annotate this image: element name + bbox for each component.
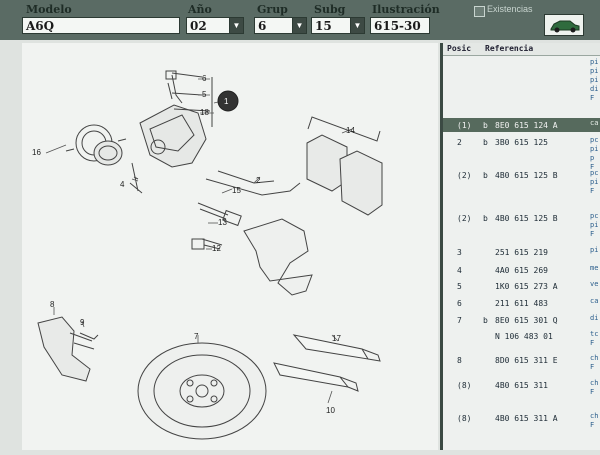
row-description: ch F [590,379,599,396]
table-row[interactable]: 4 4A0 615 269 me [443,263,600,278]
col-referencia: Referencia [485,44,534,53]
row-description: pc pi p F [590,136,599,171]
ano-dropdown-icon[interactable]: ▼ [229,17,244,34]
row-referencia: 4B0 615 311 A [495,414,558,423]
callout-2: 2 [256,176,261,185]
car-button[interactable] [544,14,584,36]
row-referencia: 8D0 615 311 E [495,356,558,365]
row-description: ve [590,280,599,288]
parts-list-panel: Posic Referencia pi pi pi di F (1) b 8E0 61… [443,43,600,450]
row-description: pc pi F [590,212,599,238]
car-icon [550,20,580,33]
row-flag: b [483,171,488,180]
parts-diagram: 6 5 18 16 4 14 2 15 13 12 8 9 7 17 10 1 [22,43,438,450]
row-description: ca [590,297,599,305]
row-description: tc F [590,330,599,347]
row-referencia: 8E0 615 301 Q [495,316,558,325]
existencias-label: Existencias [487,4,533,14]
table-row[interactable]: 6 211 611 483 ca [443,296,600,312]
table-row[interactable]: (8) 4B0 615 311 A ch F [443,411,600,441]
row-description: pc pi F [590,169,599,195]
callout-7: 7 [194,332,199,341]
row-referencia: 4B0 615 125 B [495,171,558,180]
table-header: Posic Referencia [443,43,600,56]
row-referencia: 4B0 615 125 B [495,214,558,223]
row-flag: b [483,121,488,130]
callout-12: 12 [212,244,221,253]
table-row[interactable]: N 106 483 01 tc F [443,329,600,351]
callout-18: 18 [200,108,209,117]
table-row[interactable]: (1) b 8E0 615 124 A ca [443,118,600,132]
row-description: pi pi pi di F [590,58,599,102]
row-description: pi [590,246,599,254]
callout-5: 5 [202,90,207,99]
callout-1: 1 [224,97,229,106]
callout-8: 8 [50,300,55,309]
row-description: ch F [590,412,599,429]
row-referencia: N 106 483 01 [495,332,553,341]
row-posic: (2) [457,214,472,223]
row-referencia: 211 611 483 [495,299,548,308]
row-description: ch F [590,354,599,371]
row-referencia: 3B0 615 125 [495,138,548,147]
row-flag: b [483,214,488,223]
ano-field[interactable]: 02 [186,17,230,34]
row-referencia: 8E0 615 124 A [495,121,558,130]
row-referencia: 1K0 615 273 A [495,282,558,291]
callout-15: 15 [232,186,241,195]
row-referencia: 4A0 615 269 [495,266,548,275]
row-posic: 2 [457,138,462,147]
table-row[interactable]: pi pi pi di F [443,57,600,117]
row-referencia: 251 615 219 [495,248,548,257]
callout-9: 9 [80,318,85,327]
modelo-label: Modelo [26,3,72,16]
callout-13: 13 [218,218,227,227]
grup-dropdown-icon[interactable]: ▼ [292,17,307,34]
row-posic: 7 [457,316,462,325]
row-posic: 8 [457,356,462,365]
modelo-field[interactable]: A6Q [22,17,180,34]
table-row[interactable]: 7 b 8E0 615 301 Q di [443,313,600,328]
existencias-checkbox[interactable] [474,6,485,17]
ilustracion-label: Ilustración [372,3,440,16]
subg-field[interactable]: 15 [311,17,351,34]
row-posic: (2) [457,171,472,180]
grup-field[interactable]: 6 [254,17,294,34]
callout-17: 17 [332,334,341,343]
row-posic: (8) [457,381,472,390]
selected-callout-marker[interactable]: 1 [217,90,239,112]
table-row[interactable]: (8) 4B0 615 311 ch F [443,378,600,410]
row-posic: 3 [457,248,462,257]
ano-label: Año [188,3,212,16]
table-row[interactable]: (2) b 4B0 615 125 B pc pi F [443,211,600,243]
row-flag: b [483,316,488,325]
row-description: ca [590,119,599,127]
callout-6: 6 [202,74,207,83]
row-posic: 4 [457,266,462,275]
row-flag: b [483,138,488,147]
subg-label: Subg [314,3,346,16]
row-posic: (8) [457,414,472,423]
row-description: di [590,314,599,322]
toolbar: Modelo A6Q Año 02 ▼ Grup 6 ▼ Subg 15 ▼ I… [0,0,600,40]
row-referencia: 4B0 615 311 [495,381,548,390]
row-posic: (1) [457,121,472,130]
row-posic: 6 [457,299,462,308]
callout-14: 14 [346,126,355,135]
subg-dropdown-icon[interactable]: ▼ [350,17,365,34]
callout-10: 10 [326,406,335,415]
table-row[interactable]: (2) b 4B0 615 125 B pc pi F [443,168,600,210]
table-row[interactable]: 3 251 615 219 pi [443,245,600,261]
table-row[interactable]: 8 8D0 615 311 E ch F [443,353,600,377]
col-posic: Posic [447,44,472,53]
ilustracion-field[interactable]: 615-30 [370,17,430,34]
callout-16: 16 [32,148,41,157]
table-row[interactable]: 2 b 3B0 615 125 pc pi p F [443,135,600,171]
table-row[interactable]: 5 1K0 615 273 A ve [443,279,600,295]
row-description: me [590,264,599,272]
row-posic: 5 [457,282,462,291]
grup-label: Grup [257,3,288,16]
callout-4: 4 [120,180,125,189]
